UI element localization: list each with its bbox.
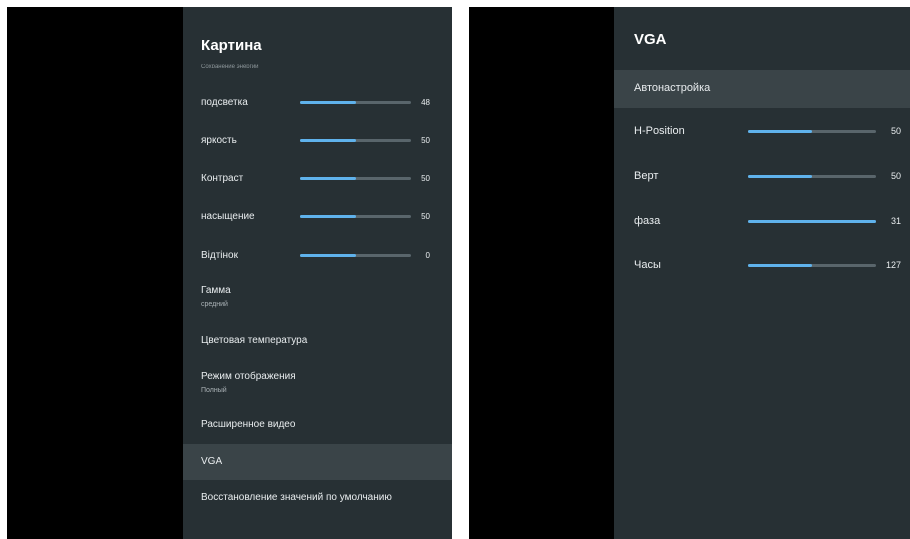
clock-slider-row[interactable]: Часы 127 [614,253,910,279]
tint-slider-row[interactable]: Відтінок 0 [183,244,452,268]
contrast-slider-fill [300,177,356,180]
auto-adjust-menu-item[interactable]: Автонастройка [614,70,910,108]
picture-menu-title: Картина [201,37,262,54]
picture-menu-screen: Картина Сохранение энергии подсветка 48 … [7,7,452,539]
clock-slider[interactable] [748,264,876,267]
backlight-slider-fill [300,101,356,104]
vga-label: VGA [201,456,223,467]
advanced-video-label: Расширенное видео [201,419,296,430]
phase-slider-row[interactable]: фаза 31 [614,209,910,235]
vertical-position-value: 50 [890,171,901,181]
saturation-label: насыщение [201,211,255,222]
h-position-slider[interactable] [748,130,876,133]
vga-menu-title: VGA [634,31,667,48]
gamma-menu-item[interactable]: Гамма средний [183,279,452,315]
vertical-position-label: Верт [634,170,659,182]
display-mode-value: Полный [201,387,227,394]
energy-saving-item-partial: Сохранение энергии [201,64,259,68]
contrast-slider-row[interactable]: Контраст 50 [183,167,452,191]
auto-adjust-label: Автонастройка [634,82,711,94]
vertical-position-slider-fill [748,175,812,178]
brightness-slider[interactable] [300,139,411,142]
brightness-label: яркость [201,135,237,146]
phase-label: фаза [634,215,661,227]
gamma-label: Гамма [201,285,231,296]
advanced-video-menu-item[interactable]: Расширенное видео [183,413,452,437]
display-mode-menu-item[interactable]: Режим отображения Полный [183,365,452,401]
h-position-slider-fill [748,130,812,133]
phase-value: 31 [890,216,901,226]
tint-slider[interactable] [300,254,411,257]
phase-slider[interactable] [748,220,876,223]
h-position-label: H-Position [634,125,685,137]
display-mode-label: Режим отображения [201,371,296,382]
tint-label: Відтінок [201,250,238,261]
saturation-value: 50 [421,212,430,221]
saturation-slider-row[interactable]: насыщение 50 [183,205,452,229]
clock-value: 127 [885,260,901,270]
backlight-slider-row[interactable]: подсветка 48 [183,91,452,115]
vertical-position-slider[interactable] [748,175,876,178]
backlight-label: подсветка [201,97,248,108]
saturation-slider[interactable] [300,215,411,218]
phase-slider-fill [748,220,876,223]
contrast-value: 50 [421,174,430,183]
brightness-slider-fill [300,139,356,142]
h-position-slider-row[interactable]: H-Position 50 [614,119,910,145]
tint-value: 0 [425,251,430,260]
color-temperature-label: Цветовая температура [201,335,308,346]
contrast-slider[interactable] [300,177,411,180]
tint-slider-fill [300,254,356,257]
vga-menu-screen: VGA Автонастройка H-Position 50 Верт 50 … [469,7,910,539]
vga-menu-item[interactable]: VGA [183,444,452,480]
backlight-value: 48 [421,98,430,107]
vga-menu-panel: VGA Автонастройка H-Position 50 Верт 50 … [614,7,910,539]
saturation-slider-fill [300,215,356,218]
gamma-value: средний [201,301,228,308]
restore-defaults-label: Восстановление значений по умолчанию [201,492,392,503]
contrast-label: Контраст [201,173,244,184]
h-position-value: 50 [890,126,901,136]
brightness-value: 50 [421,136,430,145]
picture-menu-panel: Картина Сохранение энергии подсветка 48 … [183,7,452,539]
clock-slider-fill [748,264,812,267]
color-temperature-menu-item[interactable]: Цветовая температура [183,329,452,353]
vertical-position-slider-row[interactable]: Верт 50 [614,164,910,190]
clock-label: Часы [634,259,661,271]
brightness-slider-row[interactable]: яркость 50 [183,129,452,153]
restore-defaults-menu-item[interactable]: Восстановление значений по умолчанию [183,486,452,510]
backlight-slider[interactable] [300,101,411,104]
